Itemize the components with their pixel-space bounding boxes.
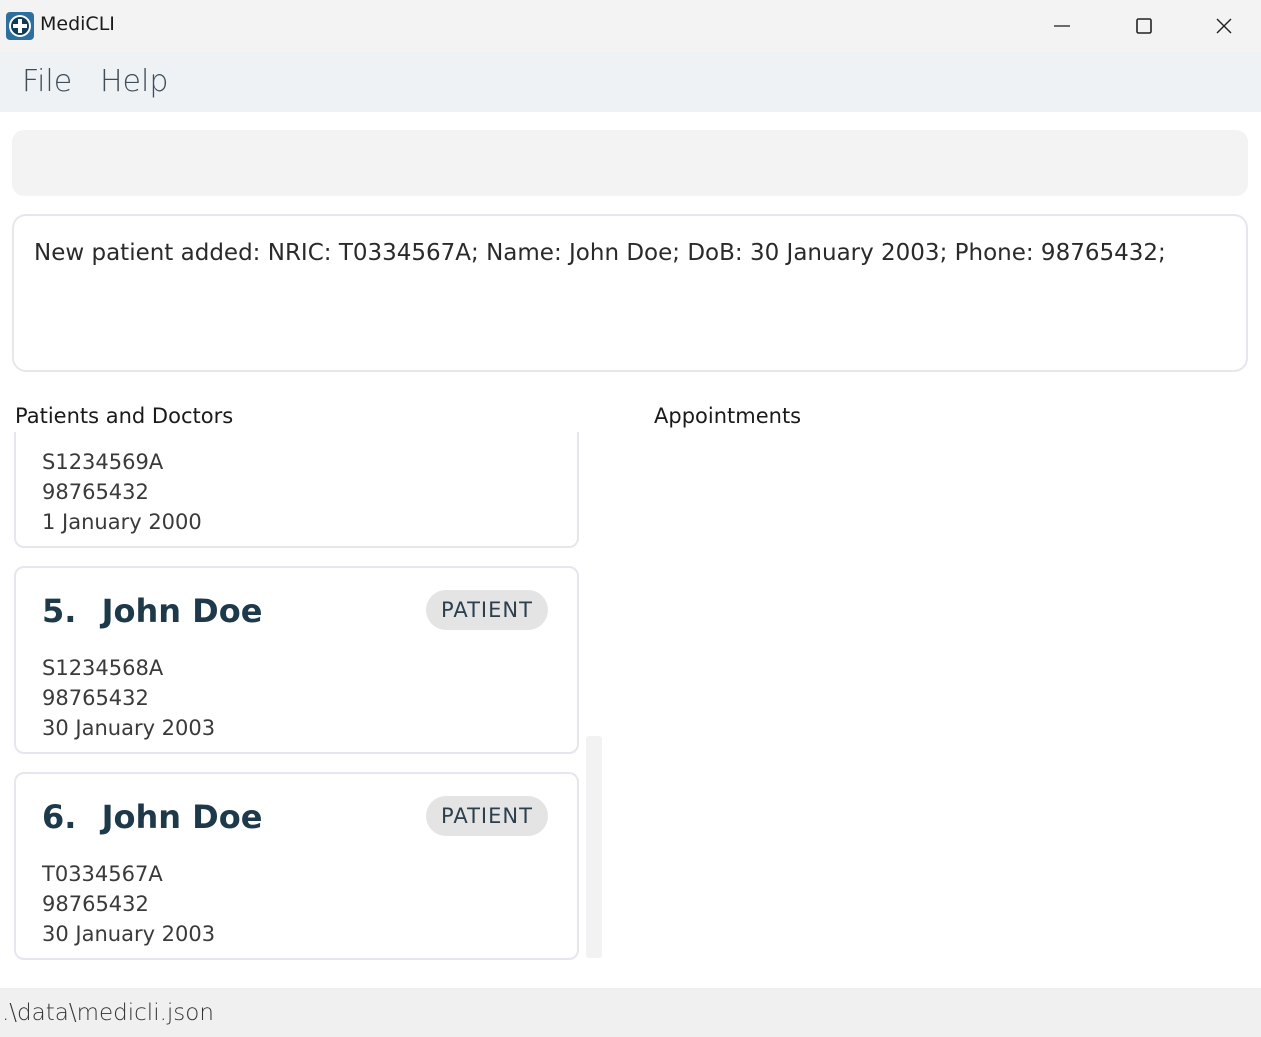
person-nric: S1234568A — [42, 656, 164, 680]
person-name: John Doe — [101, 798, 263, 836]
person-nric: S1234569A — [42, 450, 164, 474]
minimize-icon — [1054, 25, 1070, 27]
maximize-icon — [1136, 18, 1152, 34]
person-dob: 1 January 2000 — [42, 510, 202, 534]
role-badge: PATIENT — [426, 590, 548, 630]
close-button[interactable] — [1184, 0, 1261, 52]
close-icon — [1216, 18, 1232, 34]
person-heading: 6. John Doe — [42, 798, 262, 836]
window-title: MediCLI — [40, 13, 115, 35]
person-index: 5. — [42, 592, 77, 630]
person-dob: 30 January 2003 — [42, 716, 216, 740]
result-display: New patient added: NRIC: T0334567A; Name… — [12, 214, 1248, 372]
person-nric: T0334567A — [42, 862, 163, 886]
command-input[interactable] — [12, 130, 1248, 196]
person-phone: 98765432 — [42, 686, 149, 710]
person-dob: 30 January 2003 — [42, 922, 216, 946]
person-name: John Doe — [101, 592, 263, 630]
person-card[interactable]: S1234569A 98765432 1 January 2000 — [14, 432, 579, 548]
appointments-panel-title: Appointments — [654, 404, 802, 428]
medical-cross-icon — [6, 12, 34, 40]
menu-file[interactable]: File — [22, 64, 72, 99]
menu-help[interactable]: Help — [100, 64, 168, 99]
result-text: New patient added: NRIC: T0334567A; Name… — [34, 240, 1166, 266]
person-phone: 98765432 — [42, 480, 149, 504]
minimize-button[interactable] — [1022, 0, 1102, 52]
role-badge: PATIENT — [426, 796, 548, 836]
menu-bar: File Help — [0, 52, 1261, 112]
maximize-button[interactable] — [1104, 0, 1184, 52]
status-bar: .\data\medicli.json — [0, 988, 1261, 1037]
person-list[interactable]: S1234569A 98765432 1 January 2000 5. Joh… — [14, 432, 604, 972]
title-bar: MediCLI — [0, 0, 1261, 52]
person-index: 6. — [42, 798, 77, 836]
person-card[interactable]: 5. John Doe PATIENT S1234568A 98765432 3… — [14, 566, 579, 754]
person-card[interactable]: 6. John Doe PATIENT T0334567A 98765432 3… — [14, 772, 579, 960]
person-list-scrollbar[interactable] — [586, 736, 602, 958]
people-panel-title: Patients and Doctors — [15, 404, 234, 428]
person-phone: 98765432 — [42, 892, 149, 916]
data-file-path: .\data\medicli.json — [2, 1000, 214, 1026]
person-heading: 5. John Doe — [42, 592, 262, 630]
